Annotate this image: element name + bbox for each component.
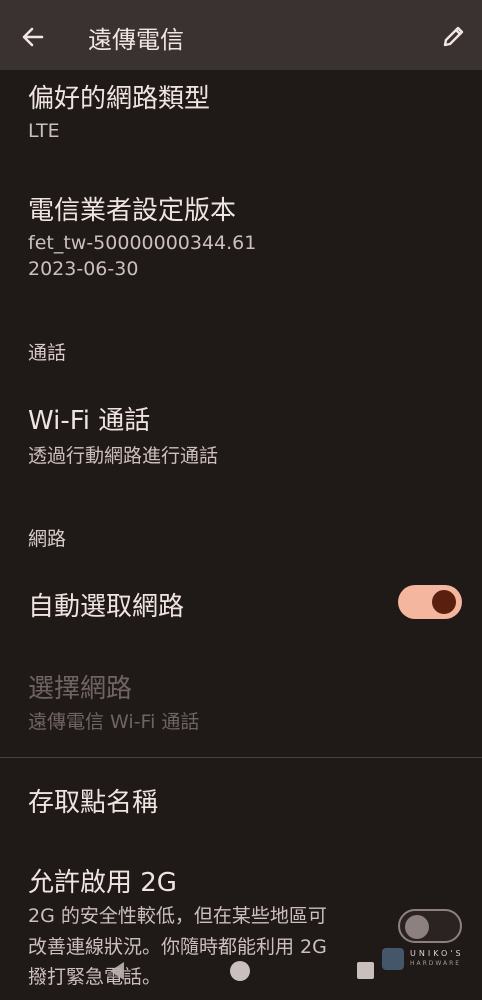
choose-network-subtitle: 遠傳電信 Wi-Fi 通話 (28, 711, 200, 733)
carrier-config-title: 電信業者設定版本 (28, 196, 237, 226)
watermark-tag: HARDWARE (410, 960, 462, 967)
preferred-network-value: LTE (28, 120, 60, 142)
carrier-config-date: 2023-06-30 (28, 258, 139, 280)
toggle-thumb (405, 915, 429, 939)
divider (0, 757, 482, 758)
auto-select-network-title: 自動選取網路 (28, 592, 185, 622)
back-button[interactable] (18, 22, 48, 52)
nav-back-icon[interactable] (110, 962, 124, 980)
app-bar: 遠傳電信 (0, 0, 482, 70)
watermark-brand: UNIKO'S (410, 949, 464, 958)
pencil-icon (443, 26, 464, 47)
nav-home-icon[interactable] (230, 961, 250, 981)
section-header-network: 網路 (28, 528, 67, 550)
wifi-calling-title: Wi-Fi 通話 (28, 406, 151, 436)
nav-recents-icon[interactable] (357, 962, 374, 979)
wifi-calling-subtitle: 透過行動網路進行通話 (28, 445, 219, 467)
watermark-logo-icon (382, 948, 404, 970)
auto-select-network-toggle[interactable] (398, 585, 462, 619)
arrow-back-icon (22, 27, 44, 47)
edit-button[interactable] (440, 22, 468, 50)
preferred-network-title: 偏好的網路類型 (28, 84, 211, 114)
page-title: 遠傳電信 (88, 26, 184, 54)
apn-title: 存取點名稱 (28, 788, 159, 818)
toggle-thumb (432, 590, 456, 614)
choose-network-title: 選擇網路 (28, 674, 133, 704)
section-header-calling: 通話 (28, 342, 67, 364)
allow-2g-desc-line1: 2G 的安全性較低，但在某些地區可 (28, 905, 327, 927)
watermark: UNIKO'S HARDWARE (382, 945, 482, 975)
allow-2g-toggle[interactable] (398, 909, 462, 943)
carrier-config-version: fet_tw-50000000344.61 (28, 232, 257, 254)
allow-2g-title: 允許啟用 2G (28, 868, 177, 898)
